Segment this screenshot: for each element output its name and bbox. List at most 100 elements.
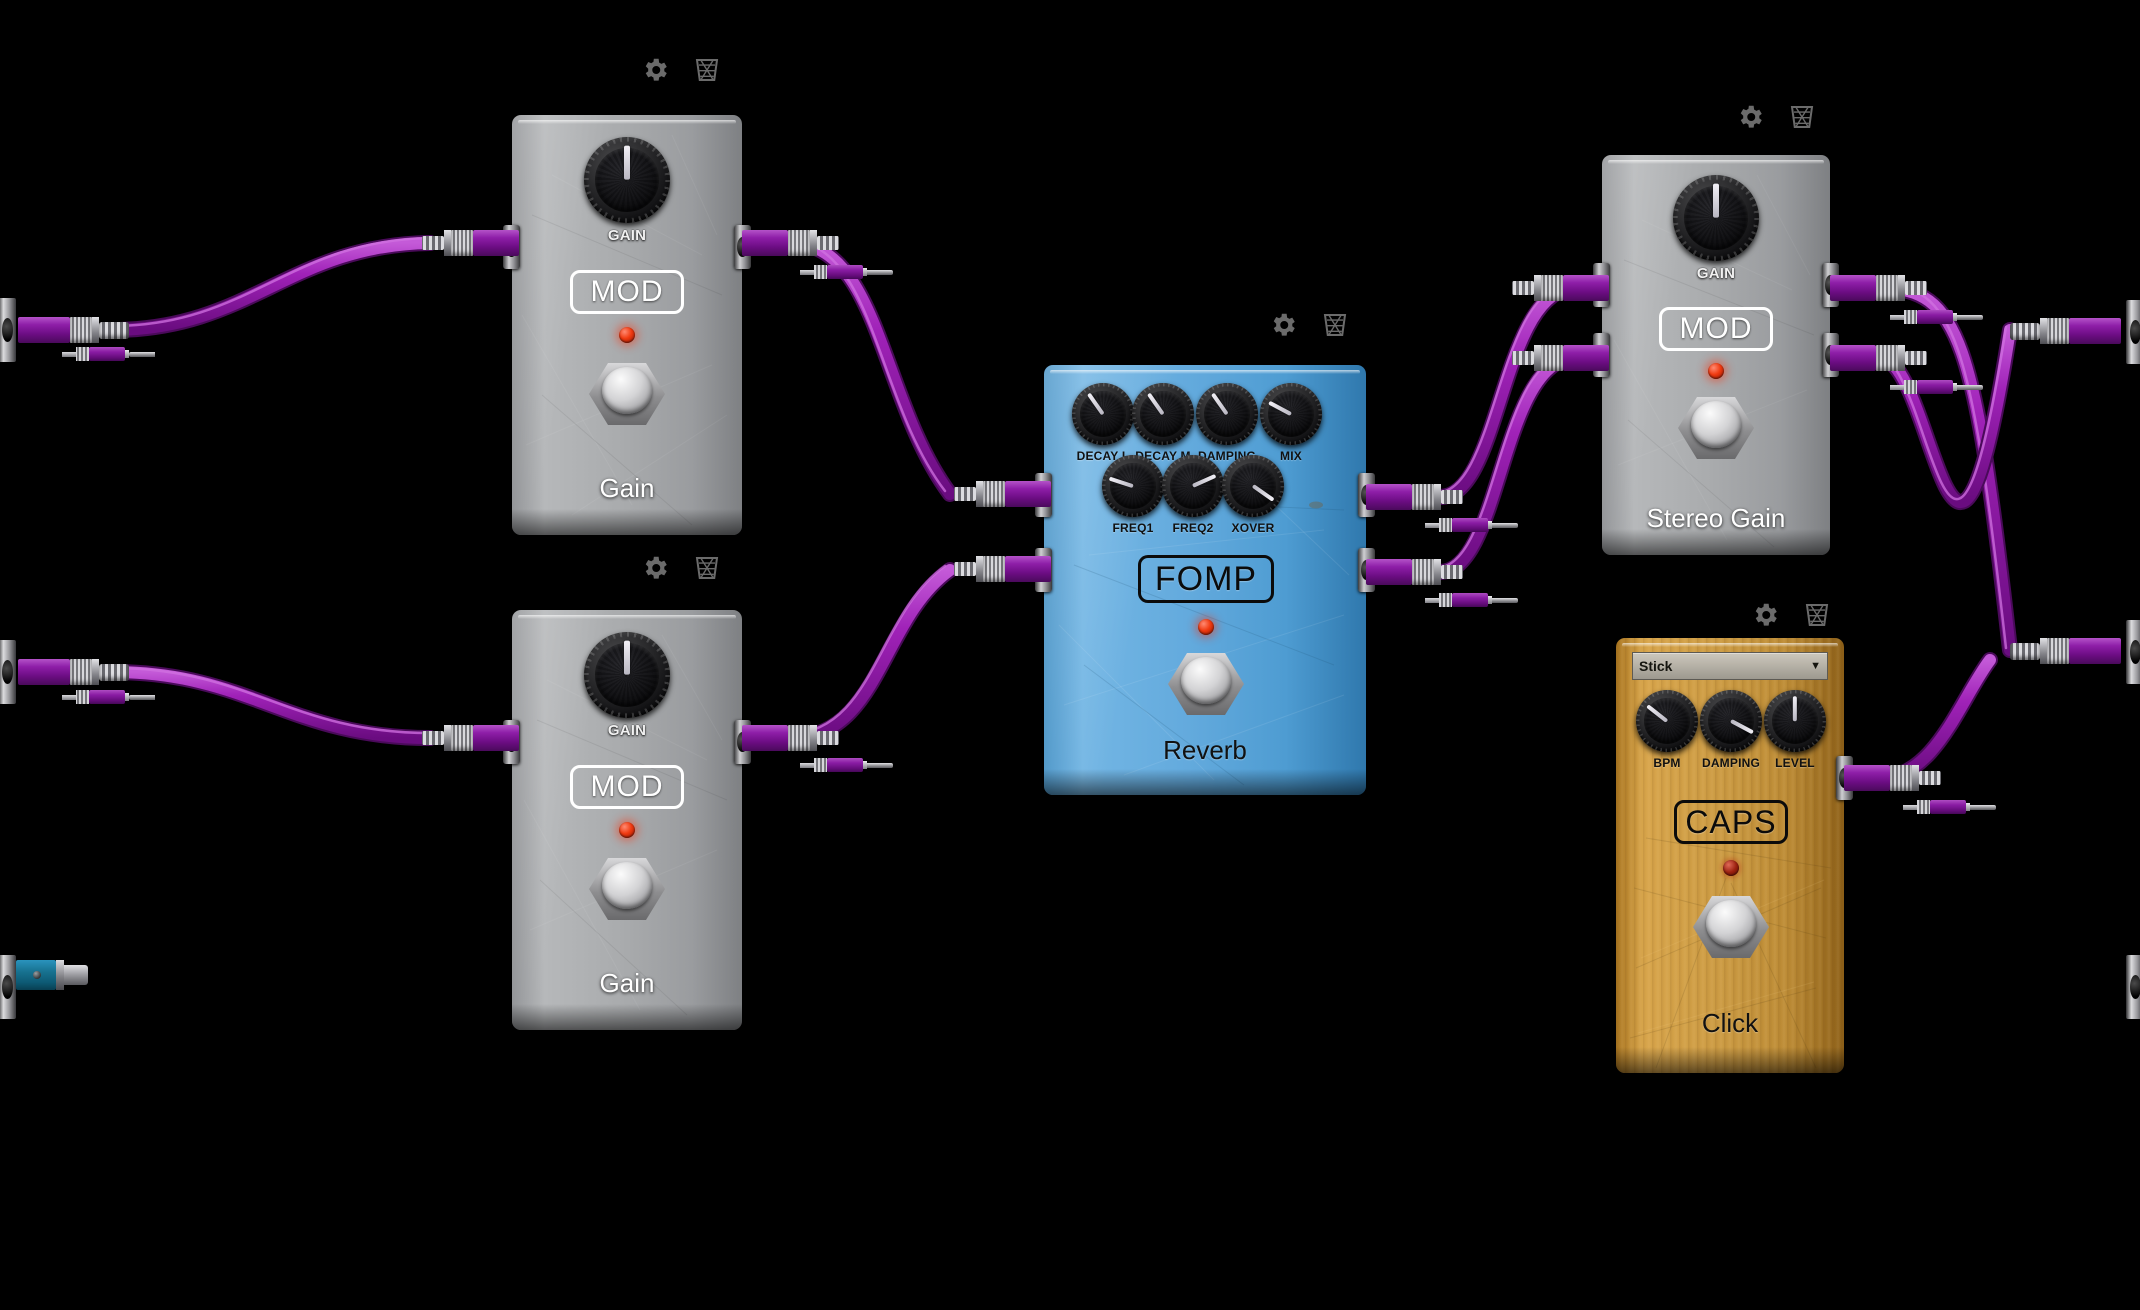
trash-icon[interactable] [1787, 102, 1817, 132]
footswitch[interactable] [589, 858, 665, 920]
trash-icon[interactable] [1320, 310, 1350, 340]
pedal-gain-1[interactable]: GAIN MOD Gain [503, 115, 751, 535]
cable-plug-input-1[interactable] [18, 317, 129, 343]
gear-icon[interactable] [640, 55, 670, 85]
footswitch[interactable] [1678, 397, 1754, 459]
loose-plug-stereo-out-2[interactable] [1890, 380, 1983, 394]
plug-knurl [1541, 275, 1563, 301]
plug-stereo-in-1[interactable] [1512, 275, 1609, 301]
plug-strain-relief [1905, 281, 1927, 295]
knob-gain[interactable]: GAIN [1673, 175, 1759, 282]
plug-stereo-out-2[interactable] [1830, 345, 1927, 371]
plug-reverb-out-2[interactable] [1366, 559, 1463, 585]
plug-barrel [18, 659, 70, 685]
cable-plug-output-2[interactable] [2010, 638, 2121, 664]
knob-freq2[interactable]: FREQ2 [1162, 455, 1224, 535]
wall-jack-output-2[interactable] [2126, 620, 2140, 684]
loose-plug-stereo-out-1[interactable] [1890, 310, 1983, 324]
gear-icon[interactable] [640, 553, 670, 583]
plug-strain-relief [1919, 771, 1941, 785]
plug-knurl [1890, 765, 1912, 791]
knob-damping[interactable]: DAMPING [1192, 383, 1262, 463]
footswitch[interactable] [1168, 653, 1244, 715]
gear-icon[interactable] [1750, 600, 1780, 630]
wall-jack-input-1[interactable] [0, 298, 16, 362]
footswitch[interactable] [1693, 896, 1769, 958]
footswitch[interactable] [589, 363, 665, 425]
wall-jack-midi-left[interactable] [0, 955, 16, 1019]
footswitch-button[interactable] [1690, 400, 1742, 448]
sound-select-dropdown[interactable]: Stick ▼ [1632, 652, 1828, 680]
knob-xover[interactable]: XOVER [1222, 455, 1284, 535]
pedal-toolbar-stereo-gain [1735, 102, 1817, 132]
loose-plug-gain-1-out[interactable] [800, 265, 893, 279]
wall-jack-output-3[interactable] [2126, 955, 2140, 1019]
plug-reverb-out-1[interactable] [1366, 484, 1463, 510]
knob-decay-m[interactable]: DECAY M [1132, 383, 1194, 463]
trash-icon[interactable] [1802, 600, 1832, 630]
loose-plug-left-1[interactable] [62, 347, 155, 361]
plug-knurl [983, 556, 1005, 582]
loose-plug-gain-2-out[interactable] [800, 758, 893, 772]
trash-icon[interactable] [692, 553, 722, 583]
gear-icon[interactable] [1735, 102, 1765, 132]
wall-jack-output-1[interactable] [2126, 300, 2140, 364]
cable-plug-input-2[interactable] [18, 659, 129, 685]
cable-plug-output-1[interactable] [2010, 318, 2121, 344]
pedal-gain-2[interactable]: GAIN MOD Gain [503, 610, 751, 1030]
pedal-click[interactable]: Stick ▼ BPM DAMPING LEVEL CAPS Click [1616, 638, 1853, 1073]
knob-freq1[interactable]: FREQ1 [1102, 455, 1164, 535]
plug-click-out[interactable] [1844, 765, 1941, 791]
plug-barrel [1830, 275, 1876, 301]
plug-stub [1425, 522, 1439, 528]
plug-reverb-in-2[interactable] [954, 556, 1051, 582]
knob-gain[interactable]: GAIN [584, 632, 670, 739]
plug-strain-relief [954, 487, 976, 501]
knob-mix[interactable]: MIX [1260, 383, 1322, 463]
plug-band [1434, 484, 1441, 510]
footswitch-button[interactable] [601, 861, 653, 909]
knob-pointer [623, 145, 631, 180]
plug-stereo-in-2[interactable] [1512, 345, 1609, 371]
trash-icon[interactable] [692, 55, 722, 85]
footswitch-button[interactable] [601, 366, 653, 414]
gear-icon[interactable] [1268, 310, 1298, 340]
plug-tip [867, 762, 893, 768]
loose-plug-left-2[interactable] [62, 690, 155, 704]
plug-gain-2-in[interactable] [422, 725, 519, 751]
wall-jack-input-2[interactable] [0, 640, 16, 704]
loose-plug-reverb-out-1[interactable] [1425, 518, 1518, 532]
plug-barrel [1452, 593, 1488, 607]
plug-gain-1-out[interactable] [742, 230, 839, 256]
footswitch-button[interactable] [1180, 656, 1232, 704]
footswitch-button[interactable] [1705, 899, 1757, 947]
pedalboard-canvas[interactable]: GAIN MOD Gain GAIN MOD Gain DECAY L DECA… [0, 0, 2140, 1310]
knob-level[interactable]: LEVEL [1764, 690, 1826, 770]
chevron-down-icon[interactable]: ▼ [1810, 660, 1821, 672]
plug-barrel [2069, 318, 2121, 344]
plug-barrel [1830, 345, 1876, 371]
loose-plug-click-out[interactable] [1903, 800, 1996, 814]
loose-plug-reverb-out-2[interactable] [1425, 593, 1518, 607]
dropdown-value: Stick [1639, 658, 1673, 674]
plug-knurl [788, 725, 810, 751]
plug-strain-relief [1441, 490, 1463, 504]
knob-decay-l[interactable]: DECAY L [1072, 383, 1134, 463]
pedal-toolbar-gain-1 [640, 55, 722, 85]
knob-bpm[interactable]: BPM [1636, 690, 1698, 770]
plug-band [976, 481, 983, 507]
plug-reverb-in-1[interactable] [954, 481, 1051, 507]
knob-damping[interactable]: DAMPING [1700, 690, 1762, 770]
plug-knurl [1541, 345, 1563, 371]
pedal-stereo-gain[interactable]: GAIN MOD Stereo Gain [1593, 155, 1839, 555]
knob-pointer [623, 640, 631, 675]
plug-gain-2-out[interactable] [742, 725, 839, 751]
knob-gain[interactable]: GAIN [584, 137, 670, 244]
plug-band [2040, 638, 2047, 664]
pedal-reverb[interactable]: DECAY L DECAY M DAMPING MIX FREQ1 FREQ2 … [1035, 365, 1375, 795]
midi-plug-left[interactable] [16, 960, 88, 990]
plug-gain-1-in[interactable] [422, 230, 519, 256]
plug-stereo-out-1[interactable] [1830, 275, 1927, 301]
plug-knurl [1904, 310, 1917, 324]
plug-knurl [1412, 559, 1434, 585]
